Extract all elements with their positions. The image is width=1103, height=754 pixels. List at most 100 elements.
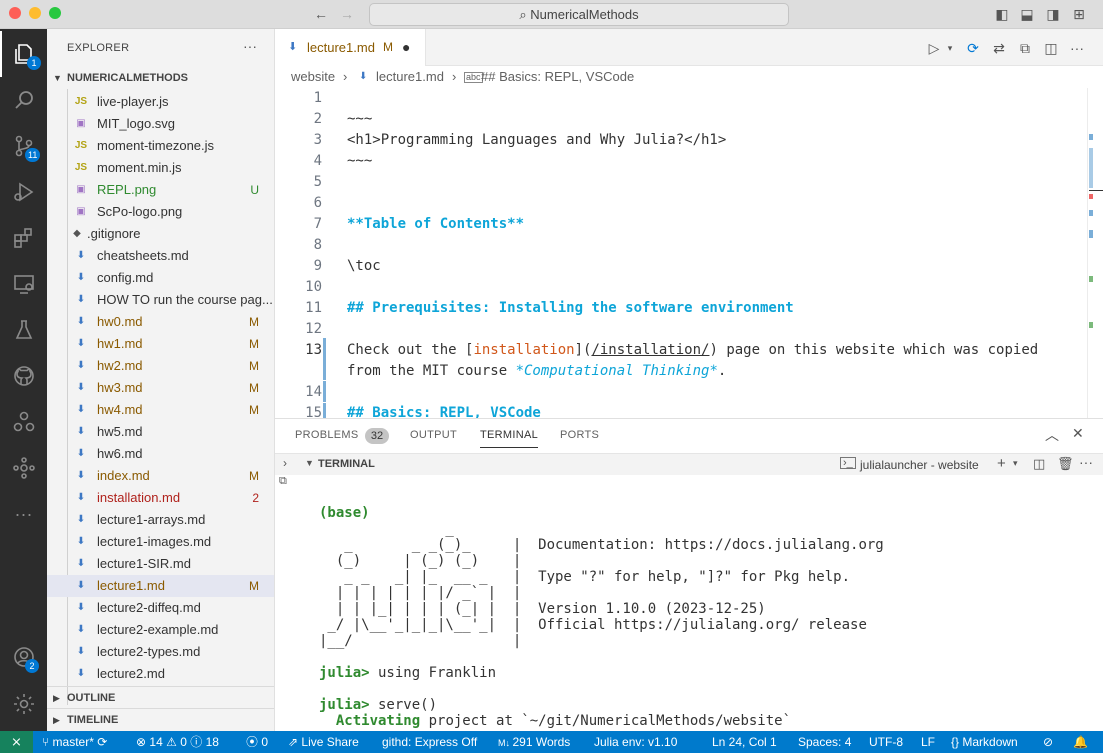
eol-status[interactable]: LF: [921, 731, 935, 753]
file-item[interactable]: ⬇ hw1.md M: [47, 333, 274, 355]
breadcrumb-symbol[interactable]: ## Basics: REPL, VSCode: [481, 66, 634, 88]
extensions-icon[interactable]: [0, 215, 47, 261]
explorer-icon[interactable]: 1: [0, 31, 47, 77]
more-icon[interactable]: ···: [0, 491, 47, 537]
file-item[interactable]: ⬇ HOW TO run the course pag...: [47, 289, 274, 311]
live-share-status[interactable]: ⇗ Live Share: [288, 731, 359, 753]
remote-explorer-icon[interactable]: [0, 261, 47, 307]
file-item[interactable]: ⬇ lecture1-SIR.md: [47, 553, 274, 575]
chevron-right-icon[interactable]: ›: [283, 456, 287, 470]
file-item[interactable]: ⬇ hw0.md M: [47, 311, 274, 333]
ports-status[interactable]: ⦿ 0: [246, 731, 268, 753]
file-item[interactable]: ⬇ index.md M: [47, 465, 274, 487]
notifications-bell-icon[interactable]: 🔔: [1073, 731, 1088, 753]
terminal-output[interactable]: (base) _ _ _ _(_)_ | Documentation: http…: [285, 479, 1085, 732]
file-item[interactable]: ⬇ lecture2-diffeq.md: [47, 597, 274, 619]
language-mode-status[interactable]: {} Markdown: [951, 731, 1018, 753]
toggle-sidebar-icon[interactable]: ◧: [994, 6, 1010, 22]
file-item[interactable]: JS moment-timezone.js: [47, 135, 274, 157]
file-item[interactable]: ⬇ hw4.md M: [47, 399, 274, 421]
toggle-panel-icon[interactable]: ⬓: [1019, 6, 1035, 22]
tab-terminal[interactable]: TERMINAL: [480, 429, 539, 448]
close-window-button[interactable]: [9, 7, 21, 19]
explorer-more-button[interactable]: ···: [243, 38, 257, 54]
file-item[interactable]: ⬇ hw2.md M: [47, 355, 274, 377]
split-editor-icon[interactable]: ◫: [1042, 39, 1060, 57]
sync-icon[interactable]: ⟳: [964, 39, 982, 57]
file-item[interactable]: ⬇ lecture2-example.md: [47, 619, 274, 641]
indentation-status[interactable]: Spaces: 4: [798, 731, 851, 753]
file-item[interactable]: ⬇ lecture1-images.md: [47, 531, 274, 553]
cursor-position-status[interactable]: Ln 24, Col 1: [712, 731, 777, 753]
unsaved-dot-icon[interactable]: ●: [402, 29, 410, 66]
remote-indicator-icon[interactable]: ⨯: [0, 731, 33, 753]
compare-changes-icon[interactable]: ⇄: [990, 39, 1008, 57]
copilot-off-icon[interactable]: ⊘: [1043, 731, 1053, 753]
minimize-window-button[interactable]: [29, 7, 41, 19]
tab-lecture1-md[interactable]: ⬇ lecture1.md M ●: [275, 29, 426, 66]
more-actions-icon[interactable]: ···: [1068, 39, 1086, 57]
file-name: index.md: [97, 468, 150, 483]
julia-env-status[interactable]: Julia env: v1.10: [594, 731, 677, 753]
git-graph-icon[interactable]: [0, 445, 47, 491]
tab-problems[interactable]: PROBLEMS: [295, 429, 359, 441]
breadcrumb-file[interactable]: lecture1.md: [376, 66, 444, 88]
open-preview-icon[interactable]: ⧉: [1016, 39, 1034, 57]
chevron-right-icon: ›: [452, 69, 457, 84]
split-terminal-icon[interactable]: ◫: [1033, 456, 1045, 472]
encoding-status[interactable]: UTF-8: [869, 731, 903, 753]
source-control-icon[interactable]: 11: [0, 123, 47, 169]
overview-ruler[interactable]: [1087, 88, 1103, 418]
file-item[interactable]: ⬇ lecture1.md M: [47, 575, 274, 597]
file-item[interactable]: ⬇ hw6.md: [47, 443, 274, 465]
back-arrow-icon[interactable]: ←: [313, 6, 329, 22]
file-item[interactable]: JS moment.min.js: [47, 157, 274, 179]
word-count-status[interactable]: M↓ 291 Words: [498, 731, 570, 754]
file-item[interactable]: ⬇ lecture2-types.md: [47, 641, 274, 663]
file-item[interactable]: ▣ MIT_logo.svg: [47, 113, 274, 135]
file-item[interactable]: ▣ REPL.png U: [47, 179, 274, 201]
run-debug-icon[interactable]: [0, 169, 47, 215]
maximize-panel-icon[interactable]: ︿: [1045, 425, 1059, 445]
maximize-window-button[interactable]: [49, 7, 61, 19]
terminal-instance-label[interactable]: julialauncher - website: [860, 458, 979, 472]
customize-layout-icon[interactable]: ⊞: [1071, 6, 1087, 22]
file-item[interactable]: ⬇ installation.md 2: [47, 487, 274, 509]
toggle-secondary-sidebar-icon[interactable]: ◨: [1045, 6, 1061, 22]
accounts-icon[interactable]: 2: [0, 634, 47, 680]
branch-status[interactable]: ⑂ master* ⟳: [42, 731, 107, 753]
close-panel-icon[interactable]: ✕: [1072, 425, 1084, 442]
kill-terminal-icon[interactable]: 🗑: [1057, 456, 1074, 472]
tab-output[interactable]: OUTPUT: [410, 429, 457, 441]
file-item[interactable]: ⬇ hw5.md: [47, 421, 274, 443]
breadcrumb-folder[interactable]: website: [291, 66, 335, 88]
code-line: ## Basics: REPL, VSCode: [347, 405, 541, 418]
file-item[interactable]: JS live-player.js: [47, 91, 274, 113]
workspace-root-folder[interactable]: ▼ NUMERICALMETHODS: [47, 67, 274, 89]
tab-ports[interactable]: PORTS: [560, 429, 599, 441]
settings-gear-icon[interactable]: [0, 681, 47, 727]
file-item[interactable]: ⬇ config.md: [47, 267, 274, 289]
code-line: ~~~: [347, 111, 373, 127]
file-item[interactable]: ⬇ lecture2.md: [47, 663, 274, 685]
terminal-more-icon[interactable]: ···: [1079, 454, 1093, 470]
file-item[interactable]: ⬇ hw3.md M: [47, 377, 274, 399]
forward-arrow-icon[interactable]: →: [339, 6, 355, 22]
code-editor[interactable]: 1 2 ~~~ 3 <h1>Programming Languages and Why …: [275, 88, 1087, 418]
chevron-down-icon[interactable]: ▾: [1013, 458, 1018, 469]
file-item[interactable]: ◆ .gitignore: [47, 223, 274, 245]
chevron-down-icon[interactable]: ▾: [941, 39, 959, 57]
githd-status[interactable]: githd: Express Off: [382, 731, 477, 753]
search-icon[interactable]: [0, 77, 47, 123]
timeline-section[interactable]: ▶ TIMELINE: [47, 708, 274, 730]
outline-section[interactable]: ▶ OUTLINE: [47, 686, 274, 708]
new-terminal-icon[interactable]: +: [997, 455, 1006, 472]
file-item[interactable]: ⬇ lecture1-arrays.md: [47, 509, 274, 531]
problems-status[interactable]: ⊗ 14 ⚠ 0 ⓘ 18: [136, 731, 219, 753]
command-center-search[interactable]: ⌕ NumericalMethods: [369, 3, 789, 26]
testing-icon[interactable]: [0, 307, 47, 353]
julia-icon[interactable]: [0, 399, 47, 445]
file-item[interactable]: ▣ ScPo-logo.png: [47, 201, 274, 223]
file-item[interactable]: ⬇ cheatsheets.md: [47, 245, 274, 267]
github-icon[interactable]: [0, 353, 47, 399]
